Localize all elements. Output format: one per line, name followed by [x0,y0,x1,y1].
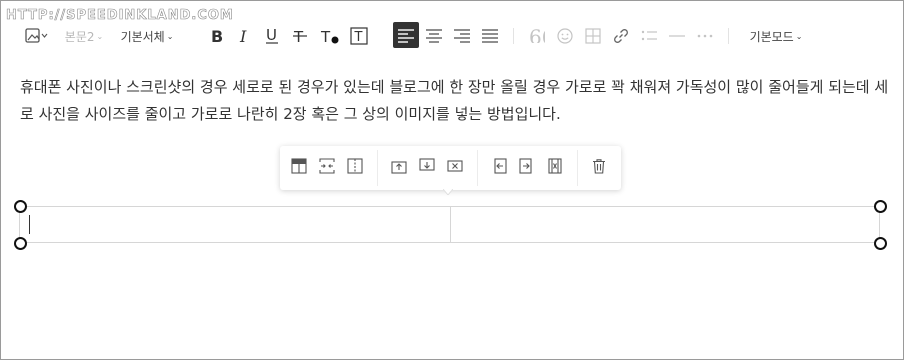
content-table [19,206,880,243]
table-context-menu [280,146,621,190]
table-header-icon [291,158,307,178]
svg-text:T: T [320,28,331,44]
split-cells-button[interactable] [345,158,365,178]
delete-row-icon [447,158,463,178]
chevron-down-icon: ⌄ [96,31,104,41]
table-header-button[interactable] [289,158,309,178]
trash-icon [591,158,607,178]
strikethrough-button[interactable]: T [289,18,311,54]
post-body[interactable]: 휴대폰 사진이나 스크린샷의 경우 세로로 된 경우가 있는데 블로그에 한 장… [20,74,890,128]
paragraph-style-select[interactable]: 본문2 ⌄ [63,18,105,54]
insert-col-left-button[interactable] [489,158,509,178]
table-button[interactable] [582,18,604,54]
menu-pointer [443,189,453,195]
menu-divider [577,150,578,186]
delete-col-icon [547,158,563,178]
quote-button[interactable]: 66 [526,18,548,54]
editor-mode-label: 기본모드 [749,29,794,44]
align-center-icon [426,29,442,43]
insert-col-right-icon [519,158,535,178]
insert-row-above-button[interactable] [389,158,409,178]
align-right-icon [454,29,470,43]
merge-cells-button[interactable] [317,158,337,178]
table-icon [585,28,601,44]
resize-handle-bottom-right[interactable] [874,237,887,250]
svg-text:U: U [266,27,277,44]
list-button[interactable] [638,18,660,54]
table-cell[interactable] [20,207,450,242]
insert-row-below-button[interactable] [417,158,437,178]
emoji-icon [557,28,573,44]
insert-row-above-icon [391,158,407,178]
menu-divider [477,150,478,186]
align-justify-button[interactable] [477,18,503,54]
link-button[interactable] [610,18,632,54]
svg-text:T: T [354,30,363,45]
horizontal-rule-icon [669,34,685,38]
text-color-icon: T [320,28,340,44]
quote-icon: 66 [529,29,545,43]
toolbar-divider [513,28,514,44]
resize-handle-top-left[interactable] [14,200,27,213]
table-cell[interactable] [451,207,879,242]
editor-mode-select[interactable]: 기본모드 ⌄ [745,18,807,54]
body-paragraph[interactable]: 휴대폰 사진이나 스크린샷의 경우 세로로 된 경우가 있는데 블로그에 한 장… [20,74,890,128]
text-background-icon: T [350,27,368,45]
chevron-down-icon: ⌄ [795,31,803,41]
align-right-button[interactable] [449,18,475,54]
svg-text:I: I [239,28,247,44]
font-family-select[interactable]: 기본서체 ⌄ [117,18,177,54]
menu-divider [377,150,378,186]
horizontal-rule-button[interactable] [666,18,688,54]
delete-row-button[interactable] [445,158,465,178]
text-background-button[interactable]: T [347,18,371,54]
emoji-button[interactable] [554,18,576,54]
toolbar-divider [728,28,729,44]
bold-icon: B [210,28,224,44]
image-icon [25,28,49,44]
align-left-button[interactable] [393,18,419,54]
more-button[interactable] [694,18,716,54]
align-left-icon [398,29,414,43]
split-cells-icon [347,158,363,178]
underline-icon: U [264,27,280,45]
image-style-button[interactable] [22,18,52,54]
align-justify-icon [482,29,498,43]
svg-text:B: B [211,28,223,44]
bold-button[interactable]: B [206,18,228,54]
merge-cells-icon [319,158,335,178]
align-center-button[interactable] [421,18,447,54]
text-color-button[interactable]: T [318,18,342,54]
delete-table-button[interactable] [589,158,609,178]
underline-button[interactable]: U [261,18,283,54]
text-cursor [29,215,30,234]
strikethrough-icon: T [292,28,308,44]
resize-handle-top-right[interactable] [874,200,887,213]
insert-row-below-icon [419,158,435,178]
italic-button[interactable]: I [233,18,255,54]
link-icon [613,28,629,44]
chevron-down-icon: ⌄ [166,31,174,41]
italic-icon: I [237,28,251,44]
delete-col-button[interactable] [545,158,565,178]
list-icon [641,29,657,43]
more-icon [697,34,713,38]
font-family-label: 기본서체 [120,29,165,44]
insert-col-left-icon [491,158,507,178]
svg-text:66: 66 [529,29,545,43]
insert-col-right-button[interactable] [517,158,537,178]
resize-handle-bottom-left[interactable] [14,237,27,250]
paragraph-style-label: 본문2 [64,29,95,44]
editor-toolbar: 본문2⌄ 기본서체⌄ B I U T T T 66 [0,18,904,54]
